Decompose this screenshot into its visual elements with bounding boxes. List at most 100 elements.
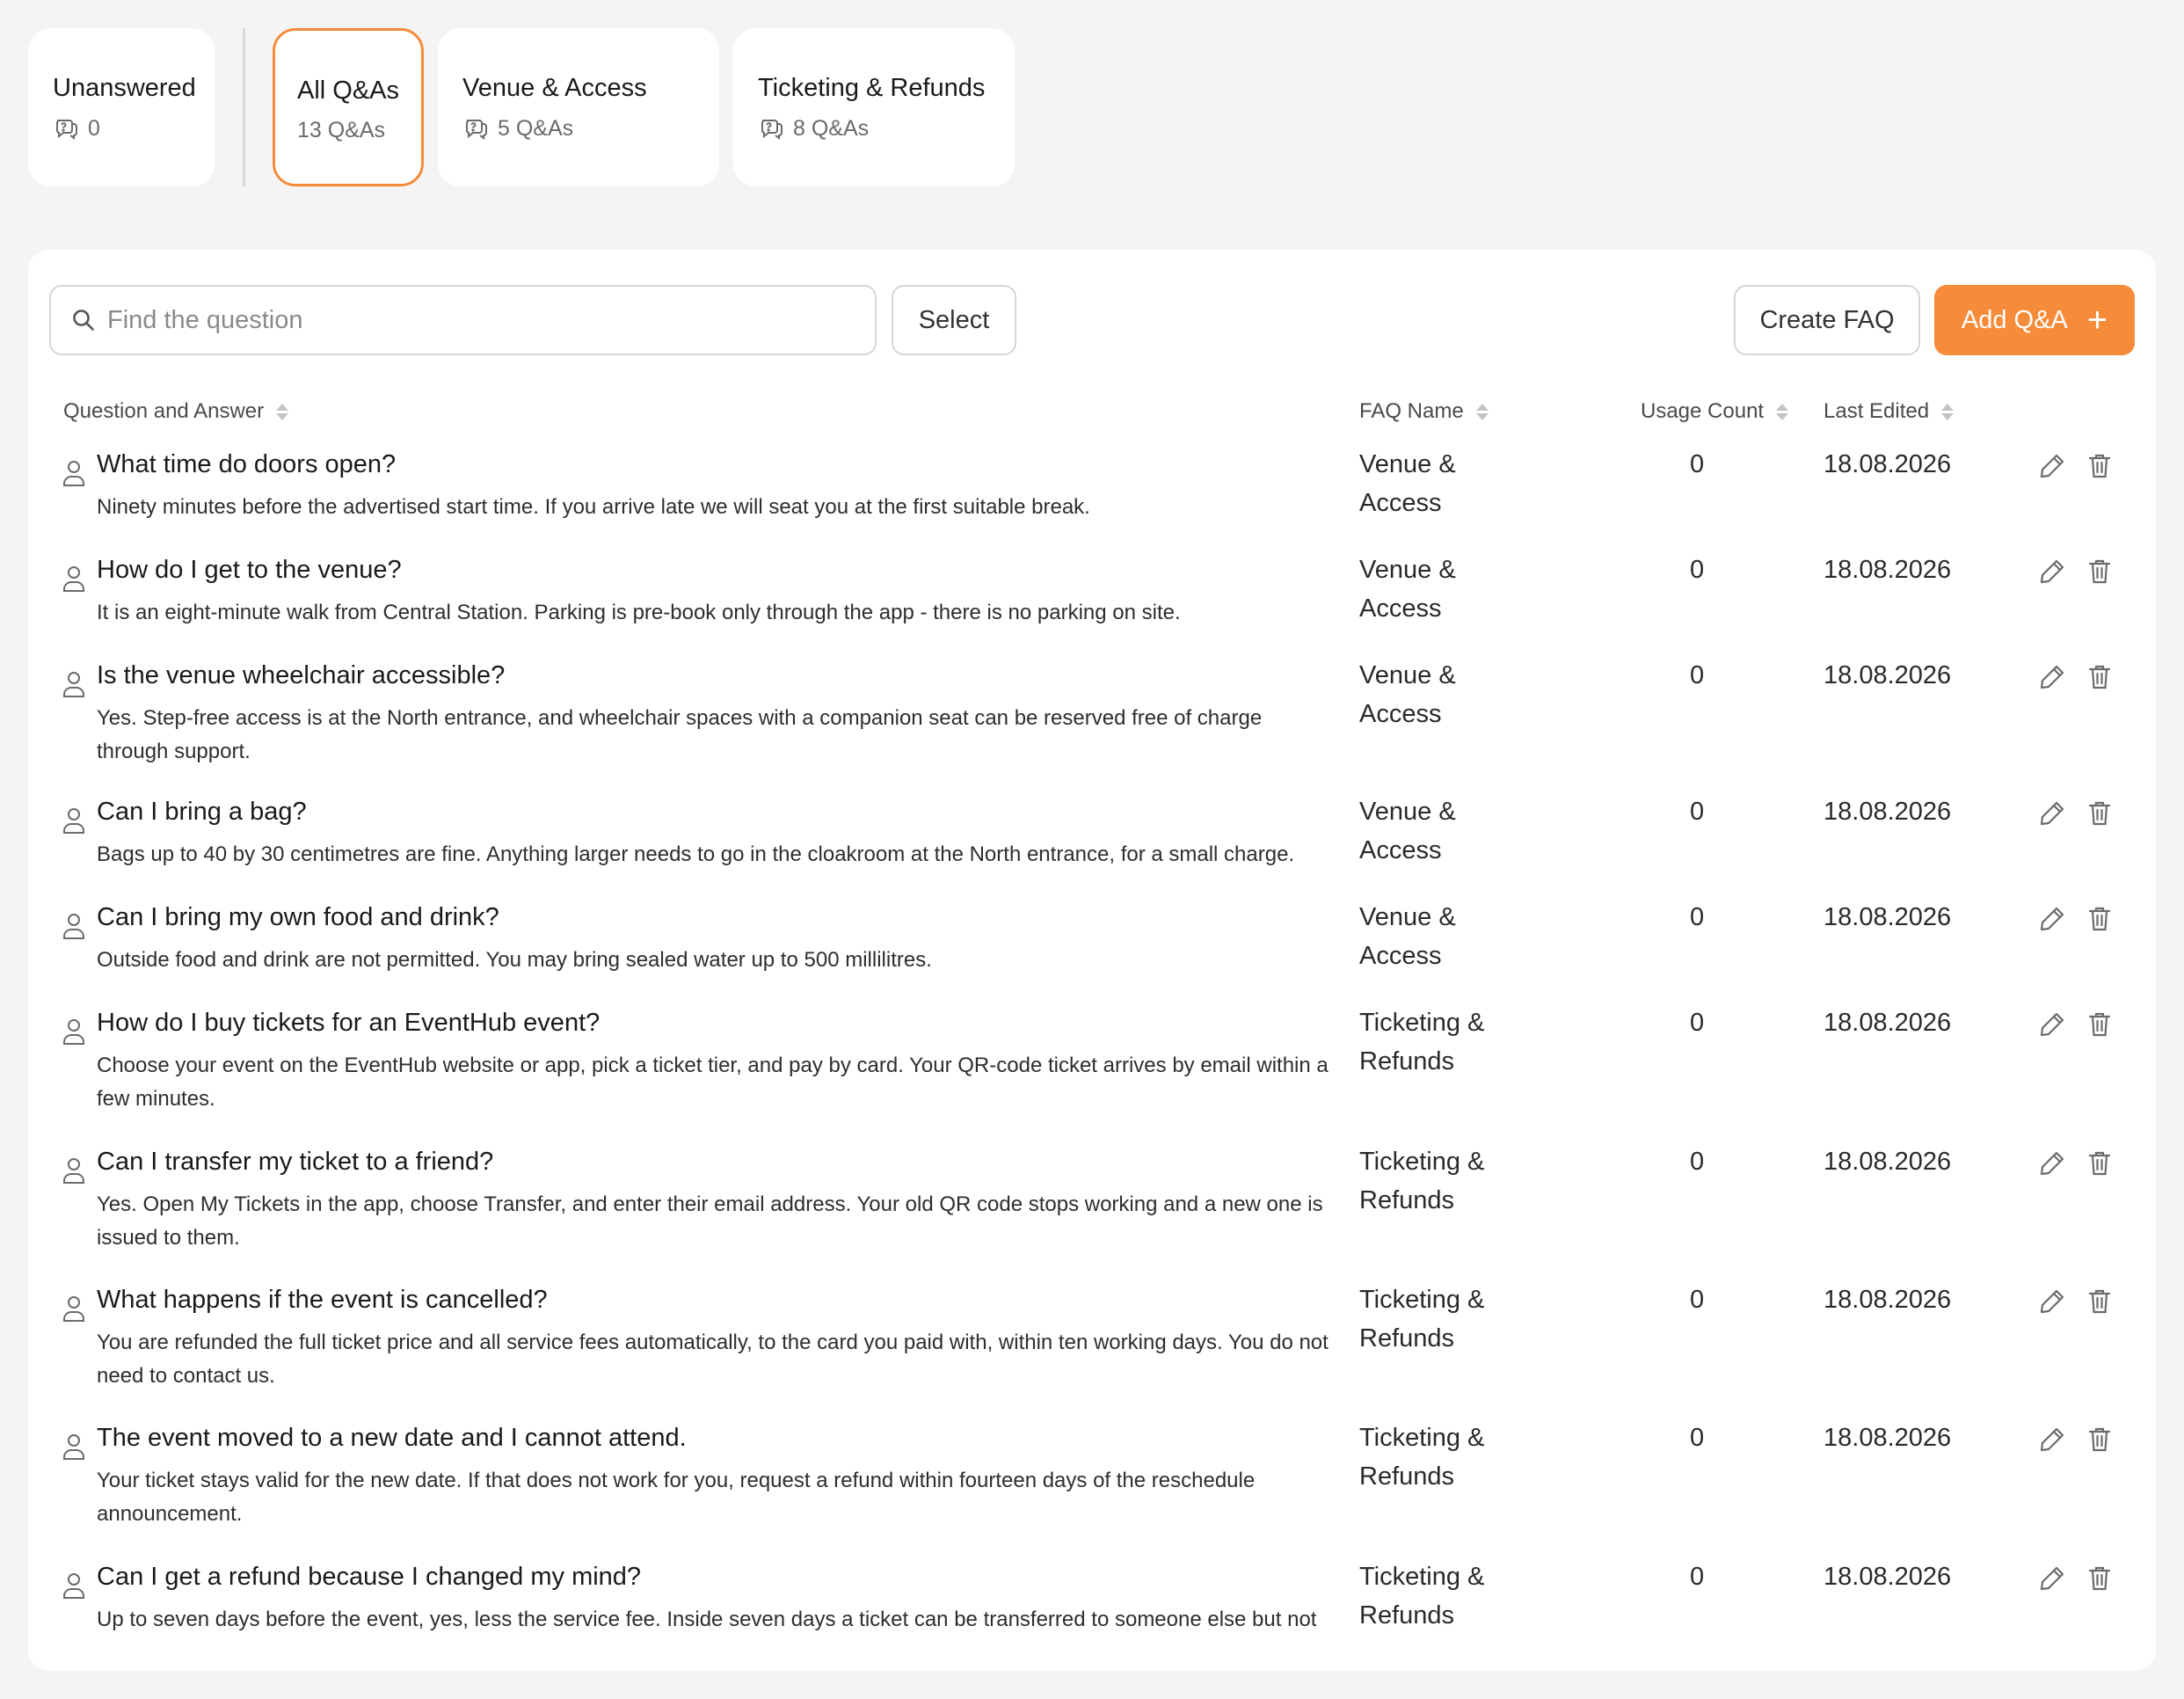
trash-icon[interactable] [2084,661,2115,693]
table-row[interactable]: What time do doors open? Ninety minutes … [28,450,2156,556]
trash-icon[interactable] [2084,1148,2115,1179]
select-button[interactable]: Select [892,285,1016,355]
row-answer: Choose your event on the EventHub websit… [97,1054,1329,1111]
category-card-unanswered[interactable]: Unanswered 0 [28,28,215,186]
toolbar: Select Create FAQ Add Q&A + [49,285,2135,355]
category-card-count: 8 Q&As [793,115,870,141]
trash-icon[interactable] [2084,450,2115,482]
row-faq-name: Ticketing & Refunds [1359,1563,1485,1630]
table-row[interactable]: The event moved to a new date and I cann… [28,1424,2156,1563]
column-header-label: FAQ Name [1359,399,1464,423]
column-header-question[interactable]: Question and Answer [63,399,289,424]
category-card-meta: 5 Q&As [462,115,695,142]
table-row[interactable]: How do I get to the venue? It is an eigh… [28,556,2156,661]
row-last-edited: 18.08.2026 [1824,1563,1952,1591]
pencil-icon[interactable] [2036,903,2068,935]
category-card-title: All Q&As [297,77,400,105]
table-header: Question and Answer FAQ Name Usage Count… [28,399,2156,443]
category-card-venue-access[interactable]: Venue & Access 5 Q&As [438,28,719,186]
table-body: What time do doors open? Ninety minutes … [28,450,2156,1668]
row-faq-name: Ticketing & Refunds [1359,1424,1485,1491]
add-qa-label: Add Q&A [1961,305,2068,334]
user-icon [63,914,84,939]
table-row[interactable]: Can I transfer my ticket to a friend? Ye… [28,1148,2156,1286]
row-question: Is the venue wheelchair accessible? [97,661,506,689]
trash-icon[interactable] [2084,556,2115,587]
trash-icon[interactable] [2084,1424,2115,1455]
row-answer: Outside food and drink are not permitted… [97,948,932,972]
user-icon [63,672,84,697]
pencil-icon[interactable] [2036,1286,2068,1317]
search-input[interactable] [107,305,828,335]
user-icon [63,808,84,834]
table-row[interactable]: How do I buy tickets for an EventHub eve… [28,1009,2156,1148]
trash-icon[interactable] [2084,1009,2115,1040]
table-row[interactable]: Can I bring my own food and drink? Outsi… [28,903,2156,1009]
qa-panel: Select Create FAQ Add Q&A + Question and… [28,250,2156,1671]
user-icon [63,1573,84,1599]
cards-divider [243,28,245,186]
row-answer: Yes. Open My Tickets in the app, choose … [97,1192,1323,1250]
row-faq-name: Venue & Access [1359,661,1456,728]
row-question: How do I buy tickets for an EventHub eve… [97,1009,601,1037]
column-header-faq-name[interactable]: FAQ Name [1359,399,1489,424]
table-row[interactable]: Is the venue wheelchair accessible? Yes.… [28,661,2156,798]
row-faq-name: Venue & Access [1359,798,1456,864]
pencil-icon[interactable] [2036,661,2068,693]
row-faq-name: Venue & Access [1359,450,1456,517]
row-last-edited: 18.08.2026 [1824,450,1952,478]
pencil-icon[interactable] [2036,1424,2068,1455]
pencil-icon[interactable] [2036,1009,2068,1040]
row-question: The event moved to a new date and I cann… [97,1424,687,1452]
sort-icon[interactable] [1475,403,1489,420]
category-card-all[interactable]: All Q&As 13 Q&As [273,28,424,186]
row-last-edited: 18.08.2026 [1824,903,1952,931]
row-last-edited: 18.08.2026 [1824,1009,1952,1037]
category-card-count: 5 Q&As [498,115,574,141]
user-icon [63,461,84,486]
row-answer: Bags up to 40 by 30 centimetres are fine… [97,842,1295,866]
trash-icon[interactable] [2084,1563,2115,1594]
category-card-title: Ticketing & Refunds [758,74,986,102]
user-icon [63,1296,84,1322]
add-qa-button[interactable]: Add Q&A + [1934,285,2135,355]
table-row[interactable]: Can I get a refund because I changed my … [28,1563,2156,1668]
question-bubble-icon [761,120,783,140]
row-faq-name: Ticketing & Refunds [1359,1286,1485,1353]
table-row[interactable]: Can I bring a bag? Bags up to 40 by 30 c… [28,798,2156,903]
category-card-count: 0 [88,115,100,141]
trash-icon[interactable] [2084,903,2115,935]
row-question: Can I bring my own food and drink? [97,903,499,931]
pencil-icon[interactable] [2036,556,2068,587]
row-answer: Yes. Step-free access is at the North en… [97,706,1263,763]
category-card-title: Unanswered [53,74,196,102]
pencil-icon[interactable] [2036,450,2068,482]
column-header-usage-count[interactable]: Usage Count [1641,399,1789,424]
row-faq-name: Ticketing & Refunds [1359,1009,1485,1076]
column-header-last-edited[interactable]: Last Edited [1824,399,1955,424]
row-question: How do I get to the venue? [97,556,402,584]
row-last-edited: 18.08.2026 [1824,1148,1952,1176]
row-usage-count: 0 [1690,556,1705,584]
row-question: Can I bring a bag? [97,798,307,826]
search-box[interactable] [49,285,877,355]
sort-icon[interactable] [276,403,289,420]
table-row[interactable]: What happens if the event is cancelled? … [28,1286,2156,1424]
row-last-edited: 18.08.2026 [1824,1286,1952,1314]
pencil-icon[interactable] [2036,1148,2068,1179]
trash-icon[interactable] [2084,798,2115,829]
trash-icon[interactable] [2084,1286,2115,1317]
sort-icon[interactable] [1776,403,1789,420]
row-question: Can I get a refund because I changed my … [97,1563,642,1591]
row-usage-count: 0 [1690,1424,1705,1452]
pencil-icon[interactable] [2036,798,2068,829]
column-header-label: Usage Count [1641,399,1765,423]
sort-icon[interactable] [1941,403,1955,420]
row-last-edited: 18.08.2026 [1824,556,1952,584]
create-faq-button[interactable]: Create FAQ [1734,285,1920,355]
row-usage-count: 0 [1690,1563,1705,1591]
pencil-icon[interactable] [2036,1563,2068,1594]
row-usage-count: 0 [1690,1009,1705,1037]
category-card-ticketing-refunds[interactable]: Ticketing & Refunds 8 Q&As [733,28,1015,186]
row-question: Can I transfer my ticket to a friend? [97,1148,494,1176]
